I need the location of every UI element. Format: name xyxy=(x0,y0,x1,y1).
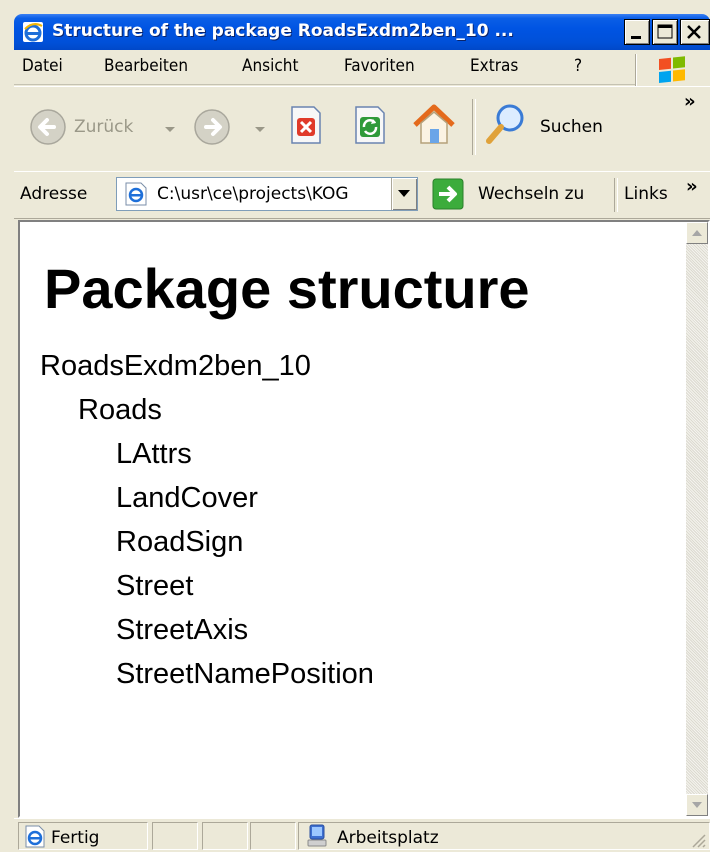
content-frame: Package structure RoadsExdm2ben_10 Roads… xyxy=(18,220,710,818)
maximize-button[interactable] xyxy=(652,19,678,45)
chevron-down-icon xyxy=(398,190,410,197)
windows-logo-icon xyxy=(636,54,710,86)
menu-datei[interactable]: Datei xyxy=(22,56,63,76)
refresh-button[interactable] xyxy=(352,105,392,149)
stop-icon xyxy=(291,106,321,144)
ie-icon xyxy=(22,21,44,43)
status-bar: Fertig Arbeitsplatz xyxy=(14,818,710,852)
scroll-down-button[interactable] xyxy=(686,794,708,816)
tree-item-class: LAttrs xyxy=(116,438,192,470)
address-label: Adresse xyxy=(20,184,88,204)
go-arrow-icon xyxy=(432,178,464,210)
tree-item-root: RoadsExdm2ben_10 xyxy=(40,350,311,382)
resize-grip-icon[interactable] xyxy=(687,829,707,849)
close-button[interactable] xyxy=(680,19,710,45)
search-button[interactable]: Suchen xyxy=(484,101,624,151)
vertical-scrollbar[interactable] xyxy=(686,222,708,816)
tree-item-class: Street xyxy=(116,570,194,602)
links-button[interactable]: Links xyxy=(624,184,668,204)
stop-button[interactable] xyxy=(288,105,328,149)
menu-bar: Datei Bearbeiten Ansicht Favoriten Extra… xyxy=(14,50,710,85)
back-label: Zurück xyxy=(74,117,134,137)
search-label: Suchen xyxy=(540,117,603,137)
address-bar: Adresse C:\usr\ce\projects\KOG Wechseln … xyxy=(14,171,710,219)
go-button[interactable]: Wechseln zu xyxy=(432,178,612,212)
page-content: Package structure RoadsExdm2ben_10 Roads… xyxy=(20,222,686,816)
go-label: Wechseln zu xyxy=(478,184,585,204)
page-heading: Package structure xyxy=(44,257,530,320)
arrow-up-icon xyxy=(692,230,702,236)
arrow-down-icon xyxy=(692,802,702,808)
browser-window: Structure of the package RoadsExdm2ben_1… xyxy=(14,14,710,852)
menu-extras[interactable]: Extras xyxy=(470,56,518,76)
minimize-button[interactable] xyxy=(624,19,650,45)
forward-button[interactable] xyxy=(192,103,272,153)
title-bar[interactable]: Structure of the package RoadsExdm2ben_1… xyxy=(14,14,710,50)
tree-item-class: StreetAxis xyxy=(116,614,249,646)
back-dropdown-icon xyxy=(165,127,175,132)
menu-ansicht[interactable]: Ansicht xyxy=(242,56,298,76)
page-done-icon xyxy=(25,825,45,848)
back-arrow-icon xyxy=(30,109,66,145)
address-dropdown-button[interactable] xyxy=(391,178,417,210)
page-icon xyxy=(125,182,147,206)
status-zone-cell: Arbeitsplatz xyxy=(298,822,710,850)
address-value: C:\usr\ce\projects\KOG xyxy=(157,184,349,204)
menu-help[interactable]: ? xyxy=(574,56,582,76)
forward-dropdown-icon xyxy=(255,127,265,132)
back-button[interactable]: Zurück xyxy=(28,103,178,153)
status-cell xyxy=(152,822,198,850)
scroll-up-button[interactable] xyxy=(686,222,708,244)
standard-toolbar: Zurück Suchen » xyxy=(14,86,710,172)
menu-favoriten[interactable]: Favoriten xyxy=(344,56,415,76)
home-button[interactable] xyxy=(410,101,460,151)
menu-bearbeiten[interactable]: Bearbeiten xyxy=(104,56,188,76)
status-cell xyxy=(250,822,296,850)
tree-item-class: LandCover xyxy=(116,482,258,514)
forward-arrow-icon xyxy=(194,109,230,145)
tree-item-class: RoadSign xyxy=(116,526,244,558)
links-more-chevron-icon[interactable]: » xyxy=(686,176,698,197)
search-icon xyxy=(486,104,524,144)
status-cell xyxy=(202,822,248,850)
status-main-cell: Fertig xyxy=(18,822,148,850)
toolbar-separator xyxy=(472,99,476,155)
address-separator xyxy=(614,178,618,212)
window-title: Structure of the package RoadsExdm2ben_1… xyxy=(52,21,514,41)
home-icon xyxy=(413,104,455,144)
address-input[interactable]: C:\usr\ce\projects\KOG xyxy=(116,177,418,211)
status-text: Fertig xyxy=(51,828,100,848)
tree-item-topic: Roads xyxy=(78,394,162,426)
refresh-icon xyxy=(355,106,385,144)
computer-icon xyxy=(307,824,327,847)
toolbar-more-chevron-icon[interactable]: » xyxy=(684,91,696,112)
status-zone-text: Arbeitsplatz xyxy=(337,828,439,848)
tree-item-class: StreetNamePosition xyxy=(116,658,374,690)
